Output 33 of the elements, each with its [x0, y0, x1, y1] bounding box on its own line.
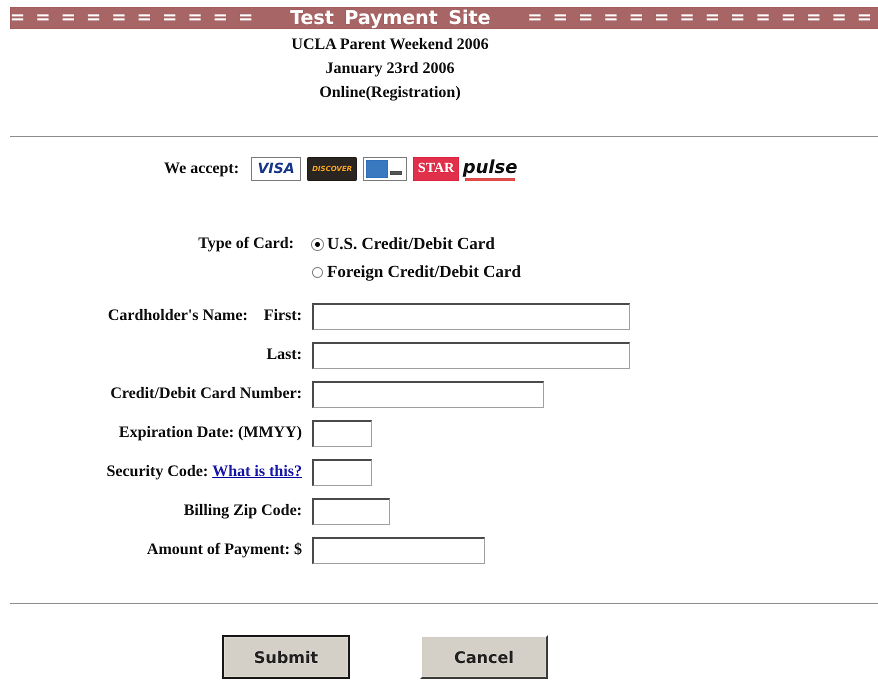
input-field[interactable] [312, 498, 390, 524]
field-label: Last: [266, 346, 302, 364]
input-field[interactable] [312, 420, 372, 446]
site-title: Test Payment Site [290, 7, 491, 29]
input-field[interactable] [312, 342, 630, 368]
field-label: Billing Zip Code: [184, 502, 302, 520]
card-type-label: Type of Card: [198, 235, 294, 252]
card-logo: pulse [465, 157, 516, 181]
accept-label: We accept: [164, 160, 240, 178]
banner-rule: = = = = = = = = = = = = = = [527, 7, 872, 29]
card-logo: VISA [251, 157, 302, 181]
input-field[interactable] [312, 536, 485, 564]
input-field[interactable] [312, 302, 630, 330]
field-label: Credit/Debit Card Number: [110, 385, 302, 403]
card-logo: STAR [413, 157, 460, 181]
cardholder-label: Cardholder's Name: [108, 307, 248, 325]
event-heading: UCLA Parent Weekend 2006 [290, 35, 490, 55]
help-link[interactable]: What is this? [212, 463, 302, 481]
card-logo-icon [363, 157, 408, 181]
event-heading: Online(Registration) [318, 83, 462, 103]
field-label: First: [264, 307, 302, 325]
radio-button[interactable] [312, 266, 323, 278]
field-label: Expiration Date: (MMYY) [118, 424, 302, 442]
field-label: Amount of Payment: $ [146, 541, 302, 559]
radio-label[interactable]: Foreign Credit/Debit Card [327, 258, 521, 286]
input-field[interactable] [312, 458, 372, 486]
input-field[interactable] [312, 380, 544, 408]
event-heading: January 23rd 2006 [324, 59, 456, 79]
banner-rule: = = = = = = = = = = [10, 7, 254, 29]
form-button[interactable]: Submit [222, 635, 350, 679]
radio-label[interactable]: U.S. Credit/Debit Card [327, 230, 495, 258]
form-button[interactable]: Cancel [420, 635, 548, 679]
field-label: Security Code: [106, 463, 208, 481]
